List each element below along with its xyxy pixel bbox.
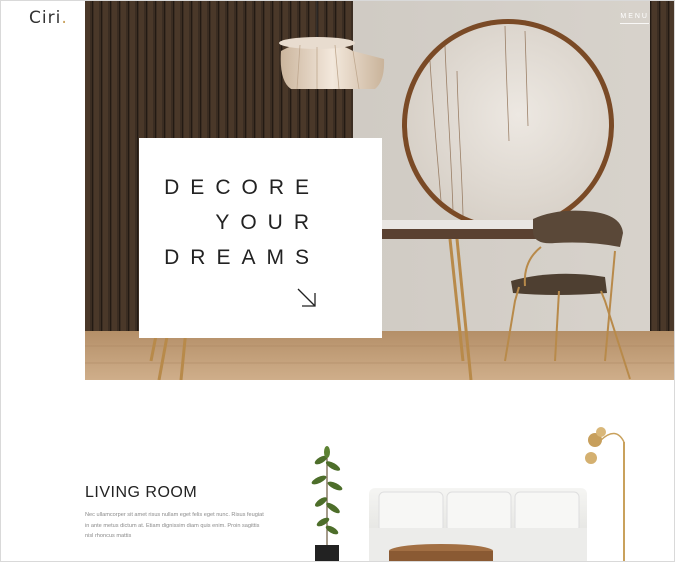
section-description: Nec ullamcorper sit amet risus nullam eg… (85, 512, 264, 539)
logo-dot: . (61, 8, 68, 28)
brand-logo[interactable]: Ciri. (29, 8, 68, 28)
floor-lamp (585, 427, 625, 561)
living-room-section: LIVING ROOM Nec ullamcorper sit amet ris… (1, 380, 674, 561)
hero-title-line-1: DECORE (164, 176, 320, 199)
hero-card: DECORE YOUR DREAMS (139, 138, 382, 338)
section-title: LIVING ROOM (85, 484, 198, 501)
hero-title-line-3: DREAMS (164, 246, 320, 269)
hero-title-line-2: YOUR (215, 211, 320, 234)
menu-button[interactable]: MENU (620, 13, 649, 24)
page: DECORE YOUR DREAMS Ciri. MENU LIVING ROO… (0, 0, 675, 562)
plant (311, 446, 343, 561)
hero-title: DECORE YOUR DREAMS (164, 170, 320, 275)
logo-text: Ciri (29, 8, 62, 28)
living-room-illustration (291, 380, 674, 561)
hero-image: DECORE YOUR DREAMS (85, 1, 674, 380)
arrow-down-right-icon[interactable] (295, 286, 319, 310)
